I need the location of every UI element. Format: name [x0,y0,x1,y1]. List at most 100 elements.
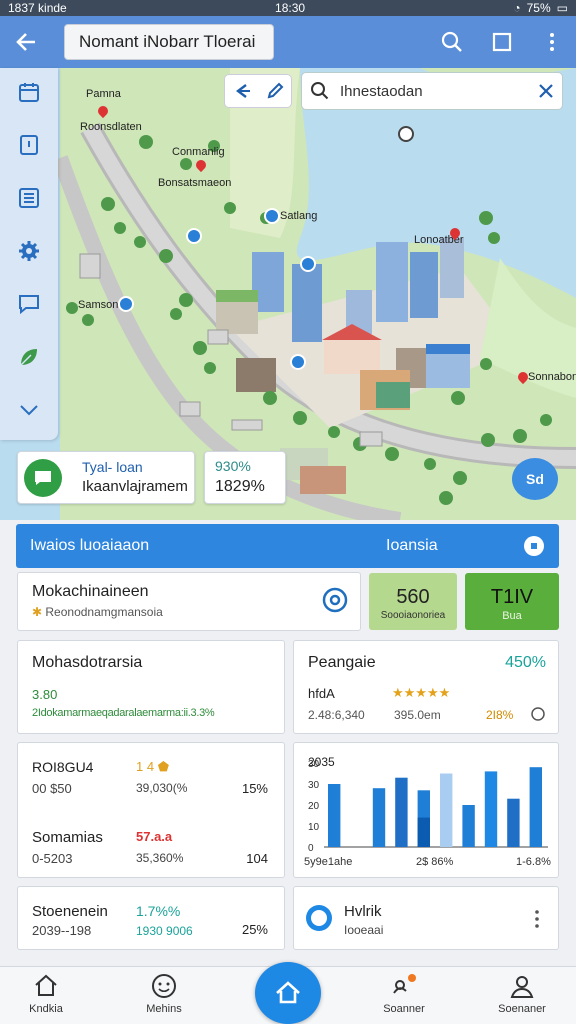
info-card-value: 1829% [215,478,265,495]
map-label: Sonnabon [528,371,576,383]
toggle-circle-icon[interactable] [530,706,546,722]
back-button[interactable] [4,20,48,64]
card-title: Mohasdotrarsia [32,654,143,671]
search-input[interactable]: Ihnestaodan [340,83,528,100]
tab-profile[interactable]: Soenaner [482,973,562,1015]
bar[interactable] [529,767,542,847]
sidebar-item-comments[interactable] [13,290,45,318]
card-detail: 2Idokamarmaeqadaralaemarma:ii.3.3% [32,707,215,719]
sidebar-item-list[interactable] [13,184,45,212]
card-title: Peangaie [308,654,376,671]
navigate-back-icon[interactable] [232,81,252,101]
map-label: Satlang [280,210,318,222]
user-icon [510,976,534,998]
list-card[interactable]: ROI8GU4 00 $50 1 4 ⬟ 39,030(% 15% Somami… [17,742,285,878]
smiley-icon [152,974,176,998]
map-action-button[interactable]: Sd [512,458,558,500]
map-label: Conmanlig [172,146,225,158]
summary-subtitle: ✱ Reonodnamgmansoia [32,605,163,619]
bar[interactable] [484,771,498,847]
card-sub: hfdA [308,686,335,701]
stat-tile-a[interactable]: 560 Soooiaonoriea [369,573,457,630]
chart-card[interactable]: 2035 30 30 20 10 0 5y9e1ahe 2$ 86% 1-6.8% [293,742,559,878]
location-marker-icon[interactable] [398,126,414,142]
bar[interactable] [440,773,453,848]
card-amount: 1930 9006 [136,924,193,938]
sidebar-item-document[interactable] [13,131,45,159]
map-search-bar[interactable]: Ihnestaodan [301,72,563,110]
tab-messages[interactable]: Mehins [124,973,204,1015]
summary-card[interactable]: Mokachinaineen ✱ Reonodnamgmansoia [17,572,361,631]
chat-bubble-icon [24,459,62,497]
card-pct: 25% [241,922,268,937]
map-pin[interactable] [300,256,316,272]
card-title: Hvlrik [344,903,382,920]
tab-scanner[interactable]: Soanner [364,973,444,1015]
sidebar-item-calendar[interactable] [13,78,45,106]
item-pct: 15% [241,781,268,796]
bar[interactable] [328,784,341,847]
map-info-card-right[interactable]: 930% 1829% [204,451,286,504]
home-fab-button[interactable] [255,962,321,1024]
card-change: 2I8% [486,708,514,722]
navigate-forward-icon[interactable] [265,81,285,101]
search-button[interactable] [438,22,466,62]
app-bar: Nomant iNobarr Tloerai [0,16,576,68]
item-name: Somamias [32,829,103,846]
item-amount: 39,030(% [136,781,188,795]
battery-text: 75% [526,1,551,15]
map-pin[interactable] [264,208,280,224]
stat-tile-b[interactable]: T1IV Bua [465,573,559,630]
y-tick-label: 10 [308,822,320,833]
wrench-icon: ✱ [32,605,46,619]
map-pin[interactable] [290,354,306,370]
sidebar-item-settings[interactable] [13,237,45,265]
more-button[interactable] [538,22,566,62]
list-icon [19,188,39,208]
more-vertical-icon[interactable] [534,909,540,929]
profile-card[interactable]: Hvlrik Iooeaai [293,886,559,950]
info-card-percent: 930% [215,458,251,474]
gear-icon [19,241,39,261]
tab-home[interactable]: Kndkia [6,973,86,1015]
more-vertical-icon [550,33,554,51]
card-range: 2.48:6,340 [308,708,365,722]
home-icon [276,981,300,1004]
metric-card-left[interactable]: Mohasdotrarsia 3.80 2Idokamarmaeqadarala… [17,640,285,734]
target-icon[interactable] [322,587,348,613]
tab-label: Kndkia [29,1003,63,1015]
rating-card[interactable]: Peangaie 450% hfdA ★★★★★ 2.48:6,340 395.… [293,640,559,734]
x-tick-label: 5y9e1ahe [304,856,352,868]
window-button[interactable] [488,22,516,62]
info-icon[interactable] [523,535,545,557]
stat-value: T1IV [490,586,534,608]
metric-card-bottom[interactable]: Stoenenein 2039--198 1.7%% 1930 9006 25% [17,886,285,950]
chevron-down-icon [20,405,38,416]
map-label: Roonsdlaten [80,121,142,133]
map-pin[interactable] [118,296,134,312]
map-info-card-left[interactable]: Tyal- loan Ikaanvlajramem [17,451,195,504]
search-icon [311,82,329,100]
item-name: ROI8GU4 [32,759,94,775]
app-actions [438,22,566,62]
item-badge: 57.a.a [136,829,173,844]
card-value: 3.80 [32,687,58,702]
bar[interactable] [372,788,386,847]
bar[interactable] [395,777,408,847]
square-icon [492,32,512,52]
item-pct: 104 [246,851,268,866]
map-pin[interactable] [186,228,202,244]
page-title: Nomant iNobarr Tloerai [64,24,274,60]
close-icon[interactable] [538,83,554,99]
y-tick-label: 20 [308,801,320,812]
bar[interactable] [507,798,520,847]
sidebar-collapse[interactable] [13,396,45,424]
bar[interactable] [417,817,430,847]
stat-value: 560 [396,586,430,608]
map-nav-buttons [224,74,292,108]
section-right-label: Ioansia [386,537,438,554]
sidebar-item-leaf[interactable] [13,343,45,371]
bar[interactable] [462,805,475,847]
info-card-title: Tyal- loan [82,459,143,475]
card-title: Stoenenein [32,903,108,920]
